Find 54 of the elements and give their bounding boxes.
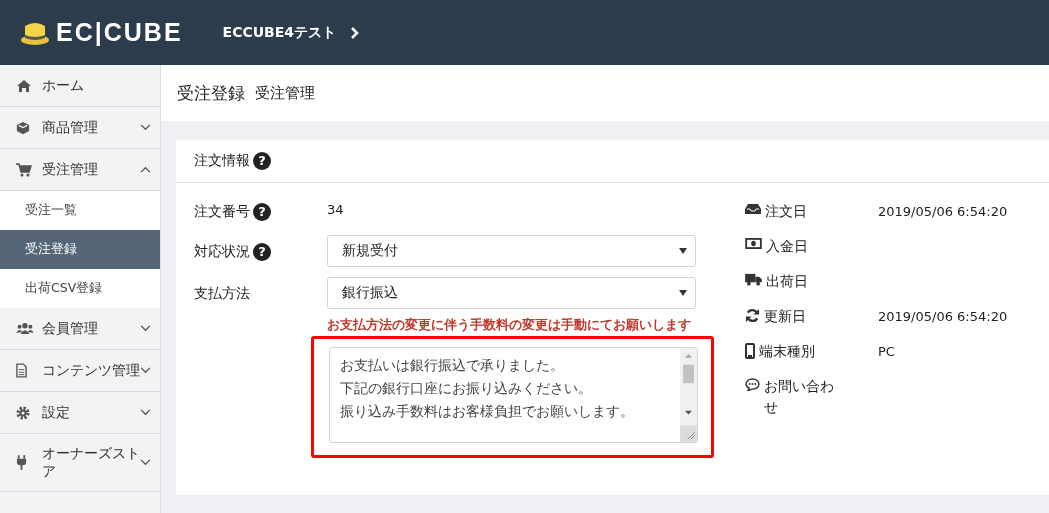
home-icon [16, 78, 32, 93]
speech-bubble-icon [745, 378, 760, 391]
sidebar-item[interactable]: オーナーズストア [0, 434, 160, 492]
inbox-icon [745, 203, 761, 215]
message-line: 振り込み手数料はお客様負担でお願いします。 [340, 402, 635, 421]
refresh-icon [745, 308, 760, 323]
page-subtitle: 受注管理 [255, 83, 315, 103]
select-field[interactable]: 新規受付 [327, 235, 696, 267]
field-label: 対応状況 [194, 243, 250, 261]
field-label: 支払方法 [194, 285, 250, 303]
warning-text: お支払方法の変更に伴う手数料の変更は手動にてお願いします [327, 316, 692, 334]
help-icon[interactable]: ? [253, 243, 271, 261]
plug-icon [16, 455, 27, 470]
help-icon[interactable]: ? [253, 203, 271, 221]
info-label: 注文日 [765, 202, 808, 221]
sidebar-item[interactable]: ホーム [0, 65, 160, 107]
message-line: お支払いは銀行振込で承りました。 [340, 356, 565, 375]
sidebar-item[interactable]: コンテンツ管理 [0, 350, 160, 392]
info-value: PC [878, 343, 895, 361]
sidebar-item[interactable]: 設定 [0, 392, 160, 434]
page-title: 受注登録 [177, 81, 245, 105]
message-textarea[interactable]: お支払いは銀行振込で承りました。 下記の銀行口座にお振り込みください。 振り込み手数料はお客様負担でお願いします。 [329, 347, 698, 443]
message-line: 下記の銀行口座にお振り込みください。 [340, 379, 593, 398]
info-value: 2019/05/06 6:54:20 [878, 203, 1008, 221]
info-label: 出荷日 [766, 272, 809, 291]
sidebar-subitem[interactable]: 受注一覧 [0, 191, 160, 230]
chevron-right-icon[interactable] [350, 25, 361, 40]
field-label: 注文番号 [194, 203, 250, 221]
dropdown-arrow-icon [679, 248, 687, 254]
card-title: 注文情報 [194, 152, 250, 170]
cube-icon [16, 120, 30, 135]
shop-name-link[interactable]: ECCUBE4テスト [222, 23, 337, 42]
cart-icon [16, 162, 32, 177]
info-label: 入金日 [766, 237, 809, 256]
order-number: 34 [327, 202, 344, 217]
info-value: 2019/05/06 6:54:20 [878, 308, 1008, 326]
sidebar-item[interactable]: 会員管理 [0, 308, 160, 350]
dropdown-arrow-icon [679, 290, 687, 296]
settings-icon [16, 405, 30, 420]
users-icon [16, 322, 34, 335]
truck-icon [745, 273, 762, 286]
help-icon[interactable]: ? [253, 152, 271, 170]
sidebar-subitem[interactable]: 出荷CSV登録 [0, 269, 160, 308]
select-field[interactable]: 銀行振込 [327, 277, 696, 309]
scrollbar-icon [680, 348, 697, 442]
sidebar-item[interactable]: 商品管理 [0, 107, 160, 149]
info-label: 端末種別 [759, 342, 816, 361]
sidebar-subitem[interactable]: 受注登録 [0, 230, 160, 269]
money-icon [745, 238, 762, 249]
document-icon [16, 363, 27, 378]
info-label: お問い合わせ [764, 377, 835, 417]
info-label: 更新日 [764, 307, 807, 326]
logo-text: EC|CUBE [56, 18, 183, 47]
mobile-phone-icon [745, 343, 755, 359]
